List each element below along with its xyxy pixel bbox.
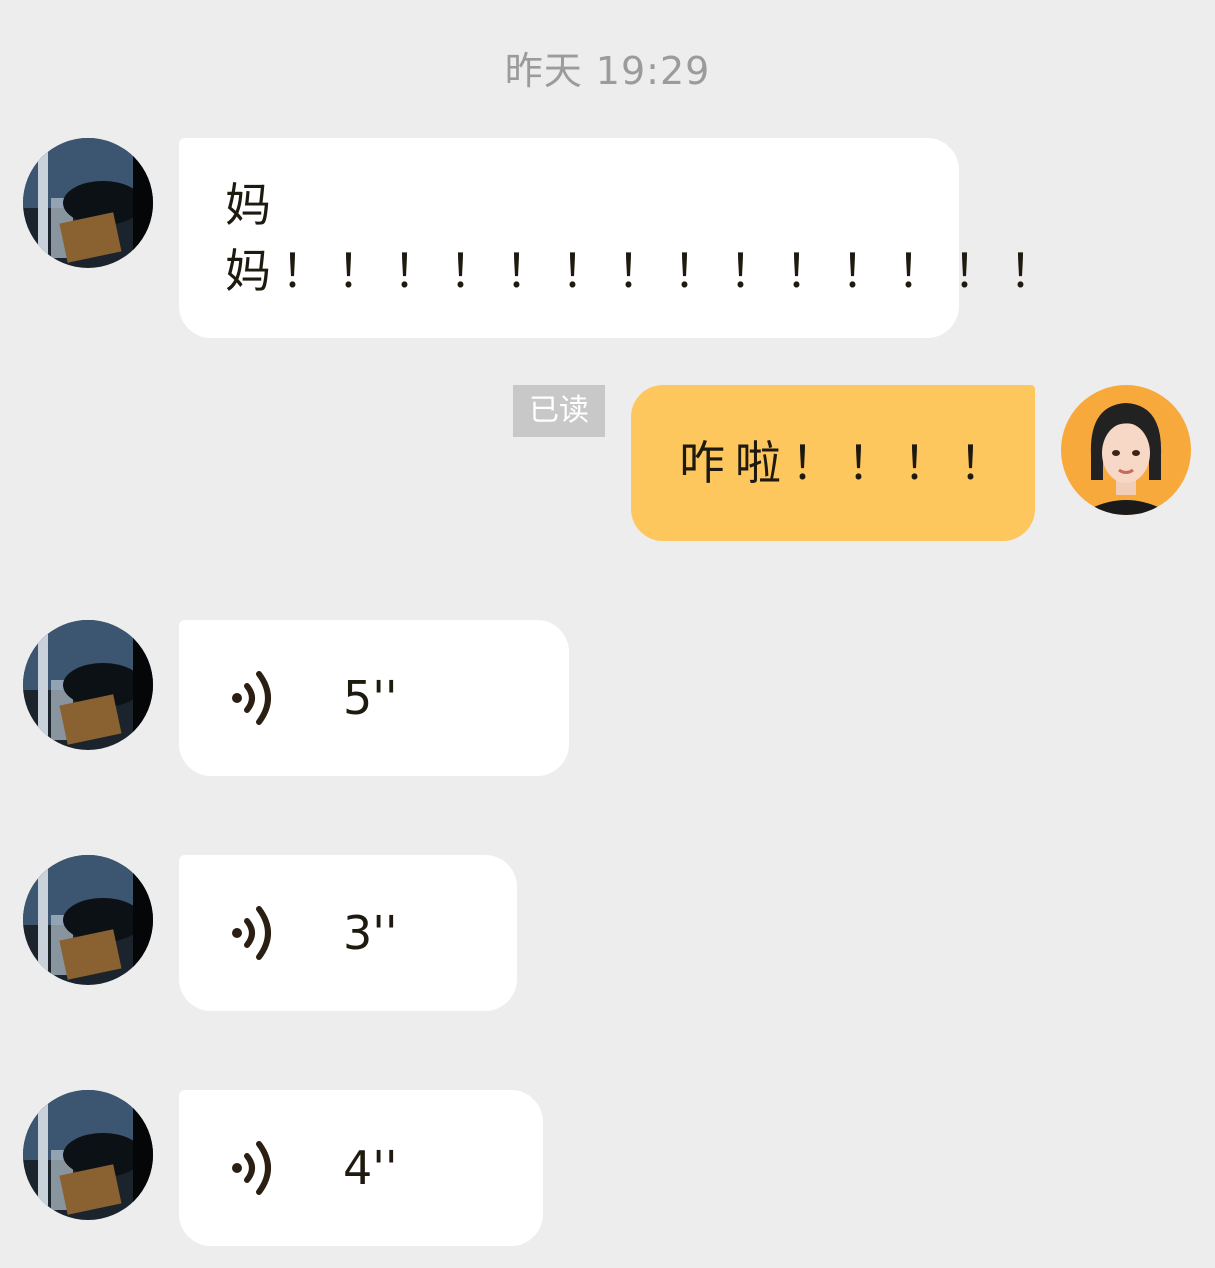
voice-wave-icon bbox=[232, 906, 271, 960]
contact-avatar[interactable] bbox=[23, 138, 153, 268]
message-text: 妈妈！！！！！！！！！！！！！！ bbox=[225, 178, 1065, 298]
contact-avatar-photo-icon bbox=[23, 620, 153, 750]
contact-avatar-photo-icon bbox=[23, 1090, 153, 1220]
contact-avatar[interactable] bbox=[23, 620, 153, 750]
voice-wave-icon bbox=[232, 1141, 271, 1195]
message-text: 咋啦！！！！ bbox=[679, 436, 1015, 490]
contact-avatar-photo-icon bbox=[23, 855, 153, 985]
incoming-message-bubble[interactable]: 妈妈！！！！！！！！！！！！！！ bbox=[179, 138, 1065, 338]
read-status-badge: 已读 bbox=[513, 385, 605, 437]
voice-wave-icon bbox=[232, 671, 271, 725]
contact-avatar[interactable] bbox=[23, 1090, 153, 1220]
contact-avatar[interactable] bbox=[23, 855, 153, 985]
message-timestamp: 昨天 19:29 bbox=[504, 49, 711, 93]
voice-duration: 3'' bbox=[343, 906, 398, 960]
my-avatar[interactable] bbox=[1061, 385, 1191, 515]
voice-message-bubble[interactable]: 5'' bbox=[179, 620, 569, 776]
voice-message-bubble[interactable]: 3'' bbox=[179, 855, 517, 1011]
chat-screen: 昨天 19:29 妈妈！！！！！！！！！！！！！！ 已读 咋啦！！！！ 5'' … bbox=[0, 0, 1215, 1268]
outgoing-message-bubble[interactable]: 咋啦！！！！ bbox=[631, 385, 1035, 541]
user-avatar-portrait-icon bbox=[1061, 385, 1191, 515]
voice-message-bubble[interactable]: 4'' bbox=[179, 1090, 543, 1246]
contact-avatar-photo-icon bbox=[23, 138, 153, 268]
voice-duration: 4'' bbox=[343, 1141, 398, 1195]
voice-duration: 5'' bbox=[343, 671, 398, 725]
